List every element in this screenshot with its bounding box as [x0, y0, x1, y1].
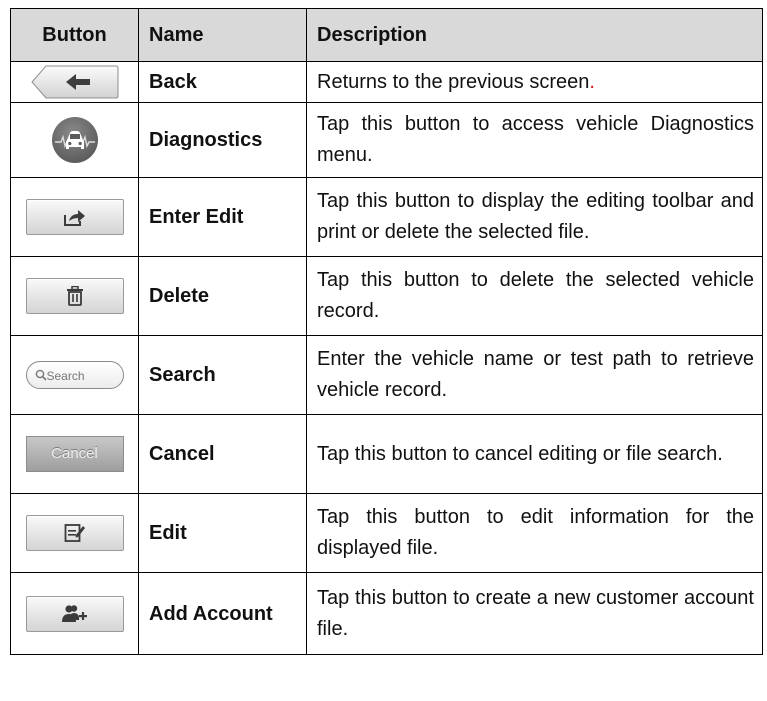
search-icon[interactable]: Search — [25, 361, 124, 389]
table-row: Diagnostics Tap this button to access ve… — [10, 102, 763, 178]
row-description: Tap this button to cancel editing or fil… — [306, 414, 763, 494]
table-row: Add Account Tap this button to create a … — [10, 572, 763, 655]
row-name: Back — [138, 61, 307, 103]
header-button: Button — [10, 8, 139, 62]
table-row: Edit Tap this button to edit information… — [10, 493, 763, 573]
row-description: Enter the vehicle name or test path to r… — [306, 335, 763, 415]
table-row: Delete Tap this button to delete the sel… — [10, 256, 763, 336]
table-row: Cancel Cancel Tap this button to cancel … — [10, 414, 763, 494]
add-account-icon[interactable] — [25, 595, 124, 632]
back-arrow-icon[interactable] — [30, 64, 120, 100]
row-description: Tap this button to create a new customer… — [306, 572, 763, 655]
table-row: Back Returns to the previous screen. — [10, 61, 763, 103]
row-name: Delete — [138, 256, 307, 336]
button-description-table: Button Name Description Back Returns to … — [10, 8, 763, 655]
table-row: Enter Edit Tap this button to display th… — [10, 177, 763, 257]
table-row: Search Search Enter the vehicle name or … — [10, 335, 763, 415]
share-export-icon[interactable] — [25, 199, 124, 235]
search-placeholder: Search — [46, 369, 85, 383]
car-diagnostics-icon[interactable] — [51, 117, 98, 163]
row-description: Tap this button to display the editing t… — [306, 177, 763, 257]
row-name: Cancel — [138, 414, 307, 494]
row-name: Edit — [138, 493, 307, 573]
table-header-row: Button Name Description — [10, 8, 763, 62]
header-name: Name — [138, 8, 307, 62]
row-name: Diagnostics — [138, 102, 307, 178]
row-description: Returns to the previous screen. — [306, 61, 763, 103]
cancel-icon[interactable]: Cancel — [25, 436, 124, 472]
row-name: Enter Edit — [138, 177, 307, 257]
row-name: Search — [138, 335, 307, 415]
header-description: Description — [306, 8, 763, 62]
row-name: Add Account — [138, 572, 307, 655]
edit-icon[interactable] — [25, 515, 124, 551]
row-description: Tap this button to edit information for … — [306, 493, 763, 573]
row-description: Tap this button to delete the selected v… — [306, 256, 763, 336]
row-description: Tap this button to access vehicle Diagno… — [306, 102, 763, 178]
trash-icon[interactable] — [25, 278, 124, 314]
